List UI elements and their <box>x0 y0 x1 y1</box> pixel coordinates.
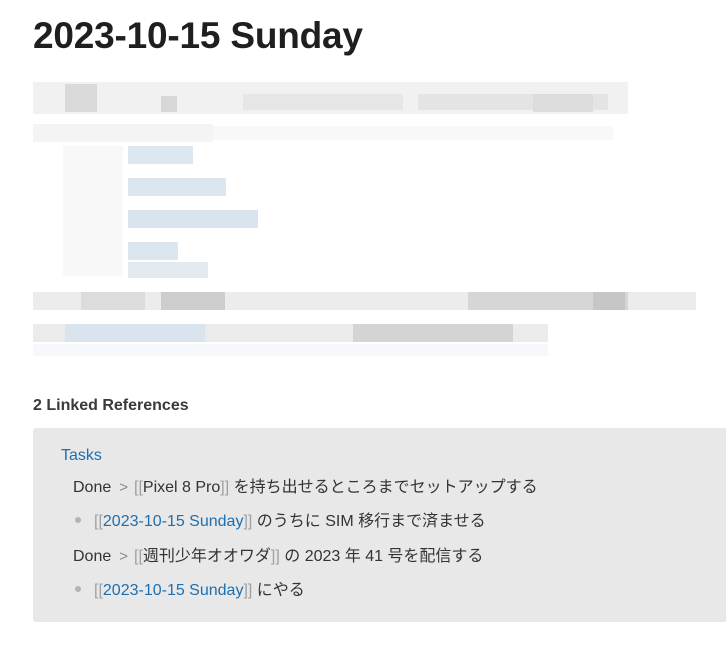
bracket-open: [[ <box>94 582 103 599</box>
block-text: を持ち出せるところまでセットアップする <box>229 479 538 496</box>
bracket-open: [[ <box>134 479 143 496</box>
linked-references-panel: Tasks Done > [[Pixel 8 Pro]] を持ち出せるところまでセッ… <box>33 428 726 622</box>
page-reference[interactable]: 2023-10-15 Sunday <box>103 582 244 599</box>
chevron-right-icon: > <box>119 479 129 496</box>
page-reference[interactable]: 2023-10-15 Sunday <box>103 513 244 530</box>
bracket-open: [[ <box>94 513 103 530</box>
breadcrumb-item[interactable]: Done <box>73 548 111 565</box>
bracket-close: ]] <box>243 513 253 530</box>
chevron-right-icon: > <box>119 548 129 565</box>
page-title: 2023-10-15 Sunday <box>33 15 363 56</box>
reference-block[interactable]: Done > [[Pixel 8 Pro]] を持ち出せるところまでセットアップする <box>73 478 538 498</box>
reference-block[interactable]: [[2023-10-15 Sunday]] のうちに SIM 移行まで済ませる <box>75 512 486 532</box>
ref-page-link[interactable]: Tasks <box>61 446 102 466</box>
linked-references-heading: 2 Linked References <box>33 397 189 414</box>
page-reference[interactable]: Pixel 8 Pro <box>143 479 220 496</box>
bracket-close: ]] <box>270 548 280 565</box>
reference-block[interactable]: [[2023-10-15 Sunday]] にやる <box>75 581 305 601</box>
bracket-open: [[ <box>134 548 143 565</box>
block-text: のうちに SIM 移行まで済ませる <box>252 513 486 530</box>
bullet-icon[interactable] <box>75 516 81 523</box>
page-reference[interactable]: 週刊少年オオワダ <box>143 548 271 565</box>
bullet-icon[interactable] <box>75 585 81 592</box>
block-text: にやる <box>252 582 305 599</box>
pixelated-content <box>33 80 696 360</box>
block-text: の 2023 年 41 号を配信する <box>279 548 484 565</box>
bracket-close: ]] <box>243 582 253 599</box>
bracket-close: ]] <box>220 479 230 496</box>
reference-block[interactable]: Done > [[週刊少年オオワダ]] の 2023 年 41 号を配信する <box>73 547 483 567</box>
breadcrumb-item[interactable]: Done <box>73 479 111 496</box>
